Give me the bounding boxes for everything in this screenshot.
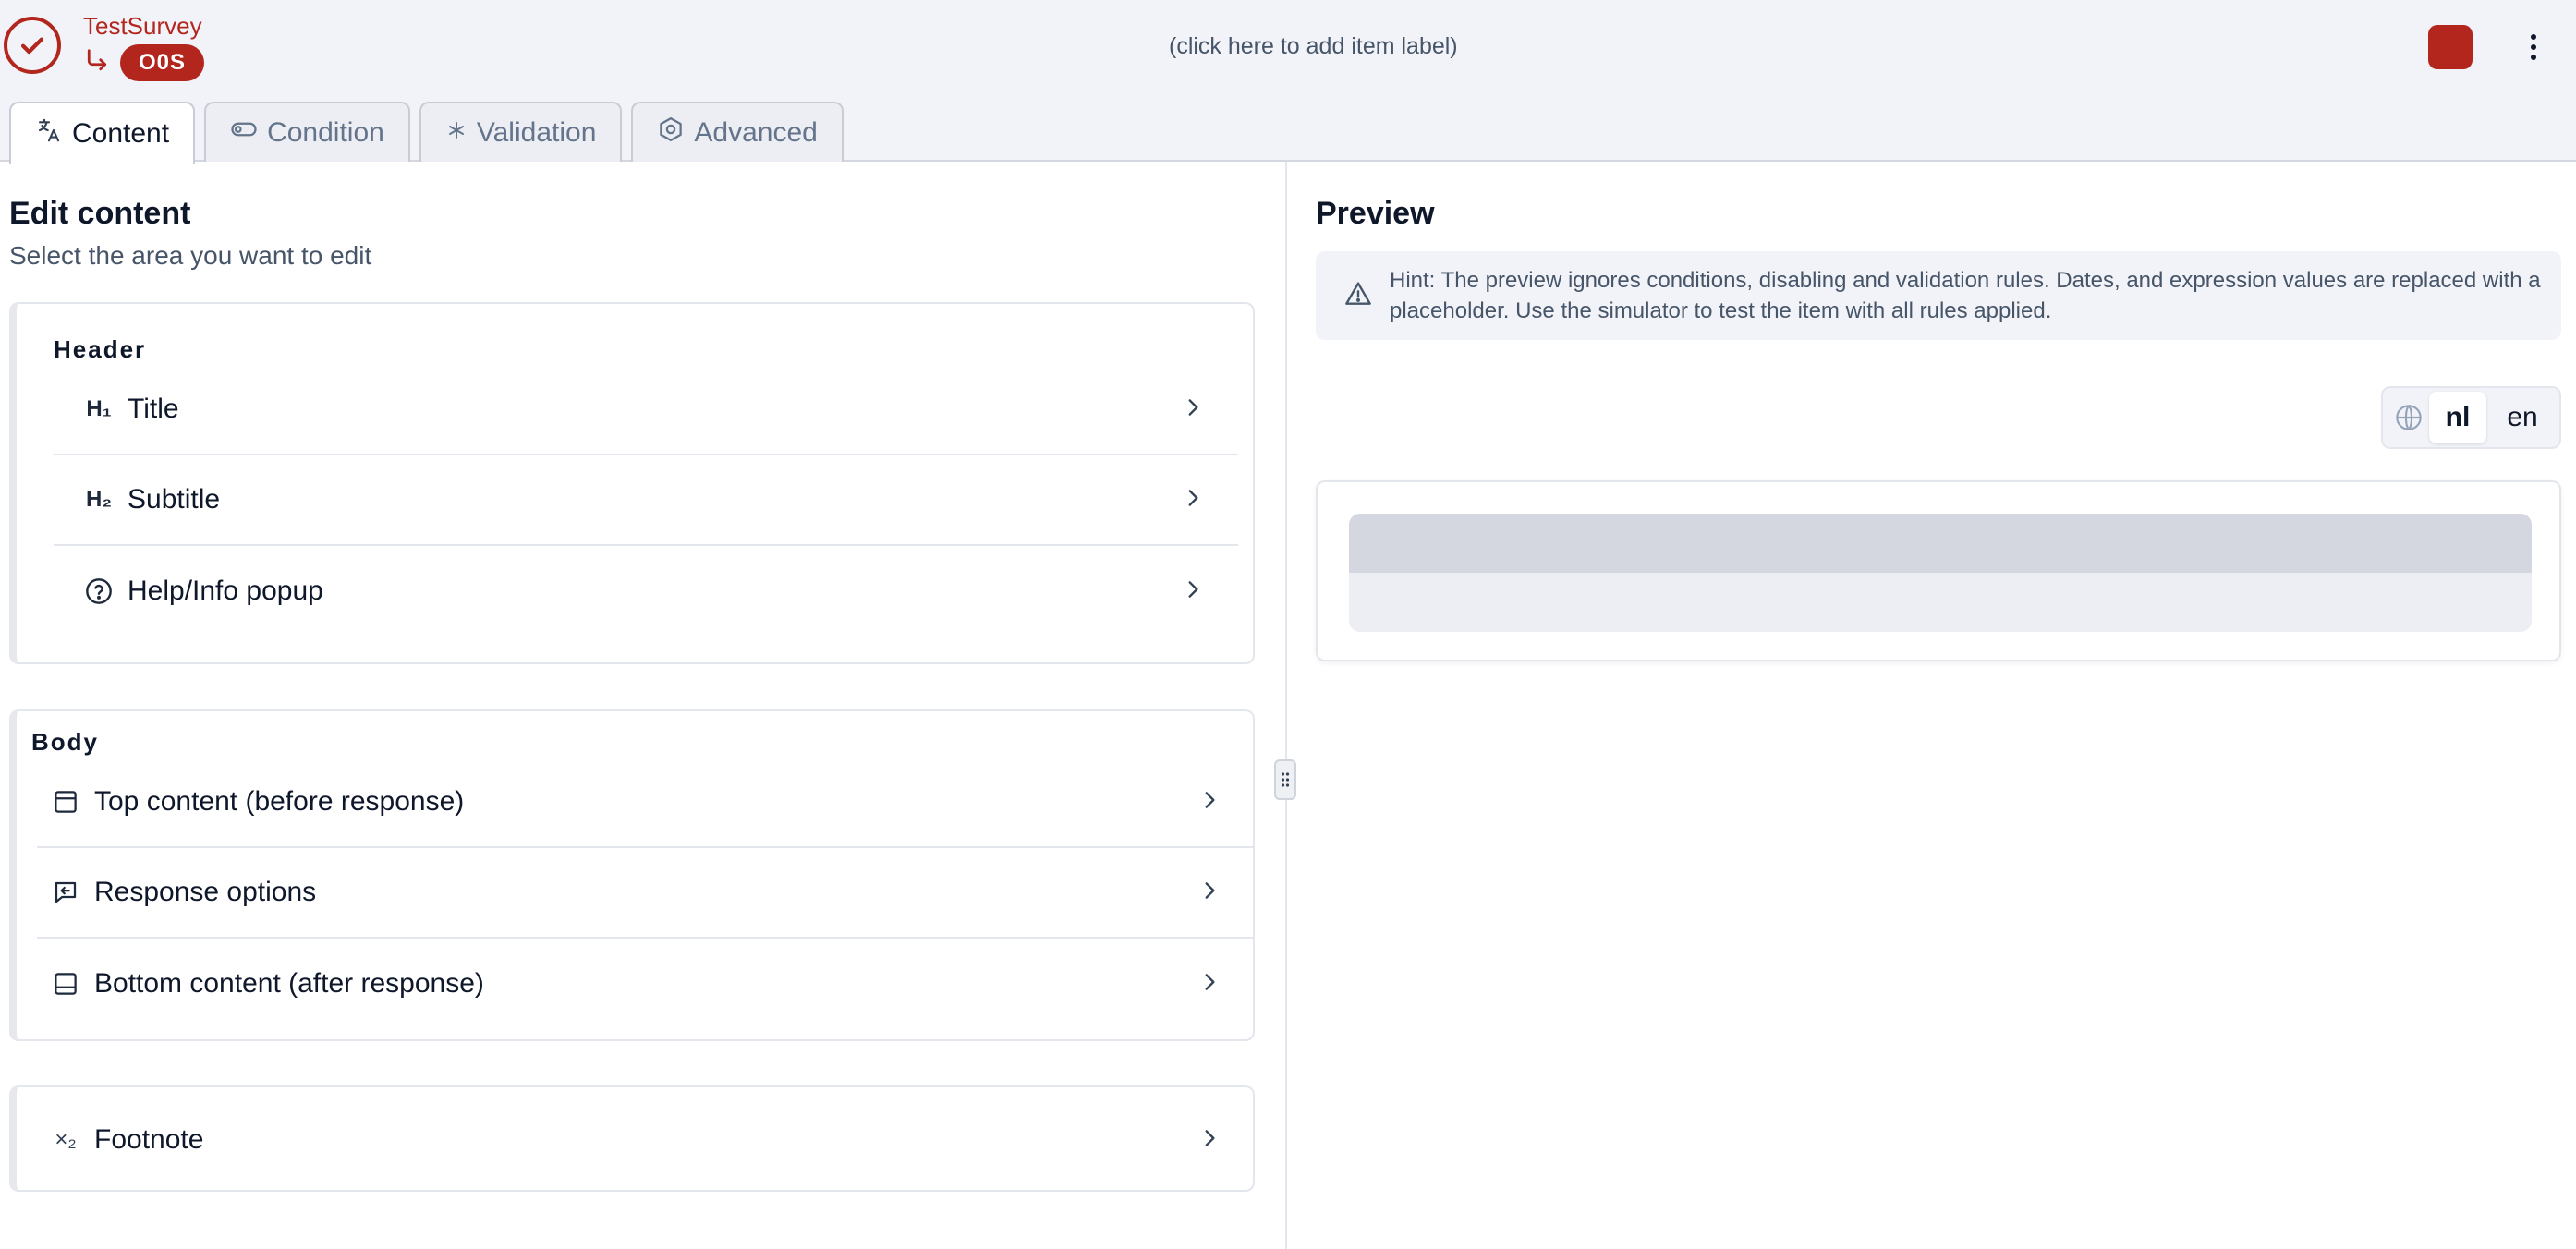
alert-triangle-icon	[1343, 279, 1373, 313]
row-label: Help/Info popup	[128, 576, 323, 606]
heading-2-icon: H₂	[86, 487, 112, 512]
language-option-nl[interactable]: nl	[2429, 392, 2486, 443]
more-vertical-icon[interactable]	[2515, 24, 2552, 70]
editor-tabs: Content Condition Validation Advanced	[9, 102, 844, 164]
panel-divider	[1285, 162, 1287, 1249]
item-key-badge[interactable]: O0S	[120, 44, 205, 81]
row-label: Response options	[94, 877, 317, 907]
tab-advanced[interactable]: Advanced	[631, 102, 844, 162]
help-circle-icon	[83, 576, 115, 606]
tab-label: Condition	[267, 116, 384, 148]
grip-vertical-icon[interactable]	[1274, 759, 1296, 800]
panel-bottom-icon	[50, 970, 81, 998]
asterisk-icon	[445, 117, 468, 149]
toggle-icon	[230, 115, 258, 151]
header-section: Header H₁ Title H₂ Subtitle Help/Info po…	[9, 302, 1255, 664]
edit-content-title: Edit content	[9, 196, 191, 231]
tab-validation[interactable]: Validation	[419, 102, 623, 162]
hint-text: Hint: The preview ignores conditions, di…	[1390, 268, 2541, 323]
globe-icon	[2394, 403, 2424, 432]
footer-section: ×₂ Footnote	[9, 1085, 1255, 1192]
item-color-picker[interactable]	[2428, 25, 2473, 69]
chevron-right-icon	[1197, 788, 1221, 817]
row-label: Title	[128, 394, 179, 424]
heading-1-icon: H₁	[86, 396, 112, 421]
chevron-right-icon	[1181, 577, 1205, 606]
edit-content-subtitle: Select the area you want to edit	[9, 241, 372, 270]
header-item-help-popup[interactable]: Help/Info popup	[54, 546, 1238, 637]
row-label: Subtitle	[128, 484, 221, 515]
top-bar: TestSurvey O0S (click here to add item l…	[0, 0, 2576, 164]
body-item-response-options[interactable]: Response options	[37, 848, 1255, 939]
row-label: Top content (before response)	[94, 786, 465, 817]
section-label-body: Body	[31, 728, 99, 756]
chevron-right-icon	[1181, 395, 1205, 424]
hexagon-settings-icon	[657, 115, 685, 151]
item-label-placeholder[interactable]: (click here to add item label)	[1169, 33, 1458, 60]
survey-name[interactable]: TestSurvey	[83, 11, 202, 41]
row-label: Footnote	[94, 1124, 204, 1155]
language-switcher: nl en	[2381, 386, 2561, 449]
section-label-header: Header	[54, 335, 147, 363]
body-item-top-content[interactable]: Top content (before response)	[37, 758, 1255, 848]
tab-label: Validation	[476, 116, 597, 148]
footer-item-footnote[interactable]: ×₂ Footnote	[37, 1095, 1255, 1185]
body-item-bottom-content[interactable]: Bottom content (after response)	[37, 939, 1255, 1029]
body-section: Body Top content (before response) Respo…	[9, 709, 1255, 1041]
header-item-title[interactable]: H₁ Title	[54, 365, 1238, 455]
subscript-icon: ×₂	[55, 1127, 77, 1152]
panel-top-icon	[50, 788, 81, 816]
tab-label: Content	[72, 117, 170, 149]
item-path: O0S	[83, 44, 205, 81]
row-label: Bottom content (after response)	[94, 968, 484, 999]
chevron-right-icon	[1197, 879, 1221, 907]
language-option-en[interactable]: en	[2494, 392, 2551, 443]
preview-title: Preview	[1316, 196, 1435, 231]
tab-label: Advanced	[694, 116, 818, 148]
chevron-right-icon	[1181, 486, 1205, 515]
check-circle-icon[interactable]	[4, 17, 61, 74]
preview-placeholder	[1349, 514, 2532, 632]
preview-placeholder-header	[1349, 514, 2532, 573]
header-item-subtitle[interactable]: H₂ Subtitle	[54, 455, 1238, 546]
corner-down-right-icon	[83, 47, 111, 79]
tab-condition[interactable]: Condition	[204, 102, 410, 162]
message-reply-icon	[50, 879, 81, 906]
tab-content[interactable]: Content	[9, 102, 196, 164]
chevron-right-icon	[1197, 970, 1221, 999]
translate-icon	[35, 116, 63, 152]
preview-hint: Hint: The preview ignores conditions, di…	[1316, 251, 2561, 340]
chevron-right-icon	[1197, 1126, 1221, 1155]
preview-card	[1316, 480, 2561, 661]
